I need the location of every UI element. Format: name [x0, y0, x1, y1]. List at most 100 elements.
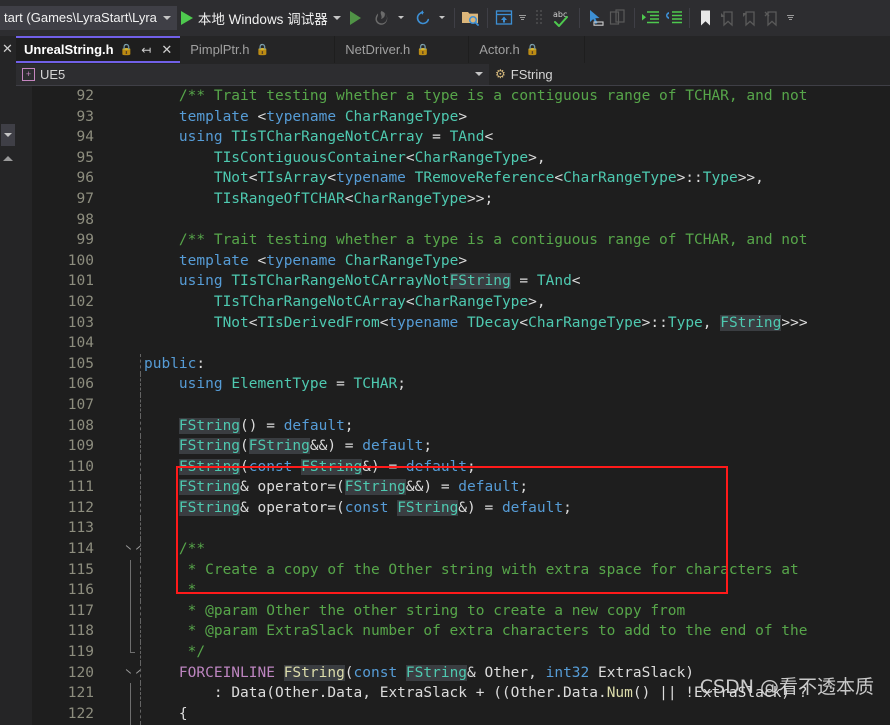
code-token: CharRangeType	[414, 293, 529, 310]
fold-column[interactable]	[122, 416, 140, 437]
fold-column[interactable]	[122, 189, 140, 210]
fold-column[interactable]	[122, 436, 140, 457]
hot-reload-button[interactable]	[367, 4, 408, 32]
code-line[interactable]: 105 public:	[16, 353, 890, 375]
code-line[interactable]: 111 FString& operator=(FString&&) = defa…	[16, 477, 890, 498]
start-without-debugging-button[interactable]	[345, 7, 367, 29]
code-line[interactable]: 117 * @param Other the other string to c…	[16, 600, 890, 622]
fold-column[interactable]	[122, 703, 140, 725]
code-line[interactable]: 99 /** Trait testing whether a type is a…	[16, 230, 890, 251]
next-bookmark-icon[interactable]	[739, 7, 761, 29]
code-line[interactable]: 96 TNot<TIsArray<typename TRemoveReferen…	[16, 168, 890, 189]
code-line[interactable]: 94 using TIsTCharRangeNotCArray = TAnd<	[16, 127, 890, 148]
code-line[interactable]: 103 TNot<TIsDerivedFrom<typename TDecay<…	[16, 313, 890, 334]
toolbar-overflow-1[interactable]	[515, 4, 530, 32]
code-line[interactable]: 118 * @param ExtraSlack number of extra …	[16, 621, 890, 643]
code-line[interactable]: 108 FString() = default;	[16, 415, 890, 437]
code-line[interactable]: 112 FString& operator=(const FString&) =…	[16, 497, 890, 519]
code-line[interactable]: 97 TIsRangeOfTCHAR<CharRangeType>>;	[16, 189, 890, 210]
fold-column[interactable]	[122, 210, 140, 231]
tab-actor-h[interactable]: Actor.h 🔒	[469, 36, 586, 63]
chevron-collapse-icon[interactable]	[126, 545, 135, 551]
prev-bookmark-icon[interactable]	[717, 7, 739, 29]
bookmark-icon[interactable]	[695, 7, 717, 29]
fold-column[interactable]	[122, 148, 140, 169]
fold-column[interactable]	[122, 539, 140, 560]
pin-icon[interactable]: ↤	[139, 43, 153, 57]
fold-column[interactable]	[122, 600, 140, 622]
restart-button[interactable]	[408, 4, 449, 32]
open-file-icon[interactable]	[460, 7, 482, 29]
fold-column[interactable]	[122, 395, 140, 416]
fold-column[interactable]	[122, 230, 140, 251]
comment-block-icon[interactable]	[662, 7, 684, 29]
fold-column[interactable]	[122, 683, 140, 704]
fold-column[interactable]	[122, 86, 140, 107]
fold-column[interactable]	[122, 518, 140, 539]
code-text: TNot<TIsArray<typename TRemoveReference<…	[144, 168, 764, 189]
code-line[interactable]: 106 using ElementType = TCHAR;	[16, 374, 890, 395]
fold-column[interactable]	[122, 580, 140, 601]
code-line[interactable]: 98	[16, 210, 890, 231]
code-line[interactable]: 115 * Create a copy of the Other string …	[16, 559, 890, 581]
start-debugging-button[interactable]: 本地 Windows 调试器	[177, 4, 345, 32]
code-line[interactable]: 104	[16, 333, 890, 354]
code-line[interactable]: 92 /** Trait testing whether a type is a…	[16, 86, 890, 107]
fold-column[interactable]	[122, 457, 140, 478]
fold-column[interactable]	[122, 374, 140, 395]
tab-unrealstring-h[interactable]: UnrealString.h 🔒 ↤ ✕	[16, 36, 181, 63]
fold-column[interactable]	[122, 168, 140, 189]
code-token: ;	[563, 499, 572, 516]
fold-column[interactable]	[122, 292, 140, 313]
fold-column[interactable]	[122, 354, 140, 375]
code-line[interactable]: 107	[16, 394, 890, 416]
code-editor[interactable]: 92 /** Trait testing whether a type is a…	[16, 86, 890, 725]
code-line[interactable]: 113	[16, 518, 890, 540]
startup-project-combo[interactable]: tart (Games\LyraStart\Lyra	[0, 5, 177, 30]
close-icon[interactable]: ✕	[0, 40, 15, 58]
select-tool-icon[interactable]	[585, 7, 607, 29]
symbol-scope-combo[interactable]: ⚙ FString	[489, 63, 890, 85]
code-line[interactable]: 93 template <typename CharRangeType>	[16, 107, 890, 128]
increase-indent-icon[interactable]	[640, 7, 662, 29]
project-scope-combo[interactable]: + UE5	[16, 63, 489, 85]
indent-guide	[140, 477, 141, 498]
clear-bookmarks-icon[interactable]	[761, 7, 783, 29]
code-line[interactable]: 110 FString(const FString&) = default;	[16, 456, 890, 478]
fold-column[interactable]	[122, 107, 140, 128]
code-line[interactable]: 95 TIsContiguousContainer<CharRangeType>…	[16, 148, 890, 169]
rail-dropdown-button[interactable]	[1, 124, 15, 146]
chevron-collapse-icon[interactable]	[126, 669, 135, 675]
close-icon[interactable]: ✕	[159, 42, 174, 58]
code-text: * Create a copy of the Other string with…	[144, 560, 799, 581]
compare-files-icon[interactable]	[607, 7, 629, 29]
dotted-grid-icon[interactable]	[530, 7, 552, 29]
code-line[interactable]: 122 {	[16, 703, 890, 725]
fold-column[interactable]	[122, 271, 140, 292]
code-line[interactable]: 101 using TIsTCharRangeNotCArrayNotFStri…	[16, 271, 890, 292]
toolbar-overflow-2[interactable]	[783, 4, 798, 32]
tab-pimplptr-h[interactable]: PimplPtr.h 🔒	[180, 36, 336, 63]
code-line[interactable]: 102 TIsTCharRangeNotCArray<CharRangeType…	[16, 292, 890, 313]
code-line[interactable]: 109 FString(FString&&) = default;	[16, 436, 890, 457]
code-line[interactable]: 100 template <typename CharRangeType>	[16, 251, 890, 272]
fold-column[interactable]	[122, 313, 140, 334]
fold-column[interactable]	[122, 663, 140, 684]
code-line[interactable]: 116 *	[16, 580, 890, 601]
fold-column[interactable]	[122, 127, 140, 148]
tab-netdriver-h[interactable]: NetDriver.h 🔒	[335, 36, 470, 63]
fold-column[interactable]	[122, 642, 140, 663]
fold-column[interactable]	[122, 498, 140, 519]
fold-column[interactable]	[122, 477, 140, 498]
fold-column[interactable]	[122, 559, 140, 581]
fold-column[interactable]	[122, 333, 140, 354]
spell-check-icon[interactable]: abc	[552, 7, 574, 29]
code-line[interactable]: 119 */	[16, 642, 890, 663]
new-window-icon[interactable]	[493, 7, 515, 29]
code-line[interactable]: 114 /**	[16, 539, 890, 560]
fold-column[interactable]	[122, 251, 140, 272]
fold-column[interactable]	[122, 621, 140, 643]
rail-scroll-up-button[interactable]	[1, 151, 15, 165]
